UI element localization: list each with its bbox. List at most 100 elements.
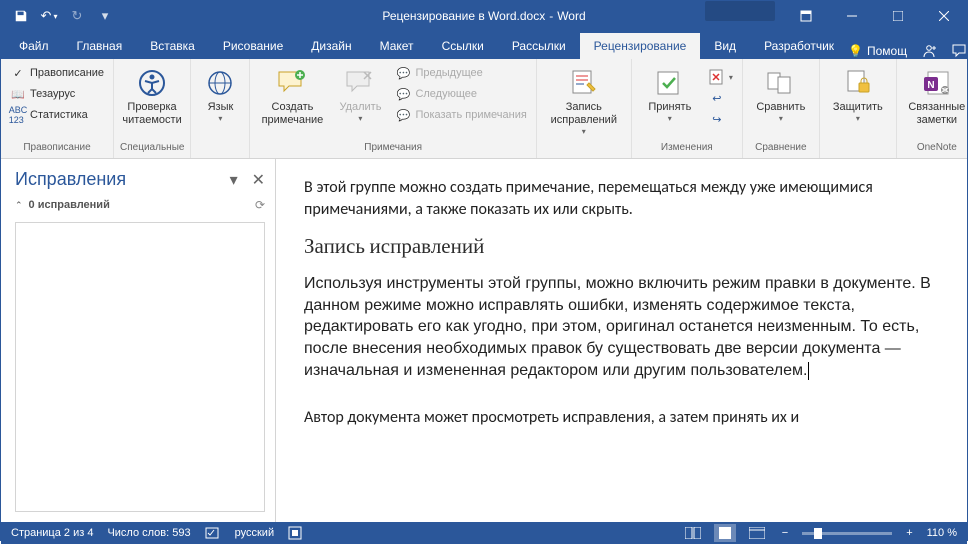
group-label-accessibility: Специальные	[120, 140, 184, 158]
comment-prev-icon: 💬	[395, 65, 411, 81]
heading[interactable]: Запись исправлений	[304, 234, 957, 259]
chevron-down-icon: ▾	[218, 114, 222, 124]
comment-add-icon	[276, 67, 308, 99]
language-button[interactable]: Язык ▾	[197, 63, 243, 128]
prev-change-button[interactable]: ↩	[706, 88, 736, 108]
main-area: Исправления ▾ ✕ ⌃ 0 исправлений ⟳ В этой…	[1, 159, 967, 522]
read-mode-button[interactable]	[682, 524, 704, 542]
comments-button[interactable]	[951, 43, 967, 59]
tab-insert[interactable]: Вставка	[136, 33, 209, 59]
accessibility-icon	[136, 67, 168, 99]
save-button[interactable]	[9, 4, 33, 28]
page-indicator[interactable]: Страница 2 из 4	[11, 527, 93, 539]
user-avatar[interactable]	[705, 1, 775, 21]
revisions-list	[15, 222, 265, 512]
lightbulb-icon: 💡	[848, 44, 863, 58]
tab-draw[interactable]: Рисование	[209, 33, 297, 59]
zoom-in-button[interactable]: +	[902, 527, 916, 539]
thesaurus-button[interactable]: 📖Тезаурус	[7, 84, 107, 104]
macro-status-icon[interactable]	[288, 526, 302, 540]
quick-access-toolbar: ↶▾ ↻ ▾	[1, 4, 117, 28]
readability-button[interactable]: Проверка читаемости	[120, 63, 184, 131]
tab-home[interactable]: Главная	[63, 33, 137, 59]
protect-button[interactable]: Защитить ▾	[826, 63, 890, 128]
group-label-proofing: Правописание	[7, 140, 107, 158]
redo-button[interactable]: ↻	[65, 4, 89, 28]
onenote-button[interactable]: N Связанные заметки	[903, 63, 967, 131]
tab-mailings[interactable]: Рассылки	[498, 33, 580, 59]
word-count[interactable]: Число слов: 593	[107, 527, 190, 539]
ribbon: ✓Правописание 📖Тезаурус ABC123Статистика…	[1, 59, 967, 159]
qat-customize[interactable]: ▾	[93, 4, 117, 28]
print-layout-button[interactable]	[714, 524, 736, 542]
next-change-button[interactable]: ↪	[706, 109, 736, 129]
arrow-left-icon: ↩	[709, 90, 725, 106]
revisions-count: 0 исправлений	[29, 199, 110, 211]
tab-view[interactable]: Вид	[700, 33, 750, 59]
chevron-down-icon: ▾	[856, 114, 860, 124]
tell-me[interactable]: 💡 Помощ	[848, 44, 907, 58]
chevron-down-icon: ▾	[358, 114, 362, 124]
zoom-slider-thumb[interactable]	[814, 528, 822, 539]
ribbon-options-button[interactable]	[783, 1, 829, 31]
tab-layout[interactable]: Макет	[366, 33, 428, 59]
ribbon-tabs: Файл Главная Вставка Рисование Дизайн Ма…	[1, 31, 967, 59]
delete-comment-button: Удалить ▾	[332, 63, 388, 128]
reject-button[interactable]: ▾	[706, 67, 736, 87]
tab-developer[interactable]: Разработчик	[750, 33, 848, 59]
app-name: Word	[557, 9, 585, 23]
pane-dropdown-icon[interactable]: ▾	[230, 170, 238, 190]
revisions-pane-title: Исправления	[15, 169, 126, 190]
statistics-button[interactable]: ABC123Статистика	[7, 105, 107, 125]
stats-icon: ABC123	[10, 107, 26, 123]
tab-file[interactable]: Файл	[5, 33, 63, 59]
reject-icon	[709, 69, 725, 85]
document-area[interactable]: В этой группе можно создать примечание, …	[276, 159, 967, 522]
title-bar: ↶▾ ↻ ▾ Рецензирование в Word.docx - Word	[1, 1, 967, 31]
doc-name: Рецензирование в Word.docx	[382, 9, 545, 23]
group-label-onenote: OneNote	[903, 140, 967, 158]
group-label-changes: Изменения	[638, 140, 736, 158]
refresh-icon[interactable]: ⟳	[255, 198, 265, 212]
minimize-button[interactable]	[829, 1, 875, 31]
arrow-right-icon: ↪	[709, 111, 725, 127]
paragraph[interactable]: Используя инструменты этой группы, можно…	[304, 273, 957, 381]
chevron-down-icon: ▾	[779, 114, 783, 124]
zoom-slider[interactable]	[802, 532, 892, 535]
checkmark-icon: ✓	[10, 65, 26, 81]
tab-design[interactable]: Дизайн	[297, 33, 365, 59]
language-indicator[interactable]: русский	[235, 527, 274, 539]
window-title: Рецензирование в Word.docx - Word	[382, 9, 585, 23]
accept-icon	[654, 67, 686, 99]
chevron-down-icon: ▾	[729, 73, 733, 82]
track-changes-button[interactable]: Запись исправлений ▾	[543, 63, 625, 141]
tab-references[interactable]: Ссылки	[428, 33, 498, 59]
collapse-icon[interactable]: ⌃	[15, 200, 23, 211]
new-comment-button[interactable]: Создать примечание	[256, 63, 328, 131]
web-layout-button[interactable]	[746, 524, 768, 542]
zoom-level[interactable]: 110 %	[927, 527, 957, 539]
close-button[interactable]	[921, 1, 967, 31]
paragraph[interactable]: Автор документа может просмотреть исправ…	[304, 407, 957, 429]
book-icon: 📖	[10, 86, 26, 102]
maximize-button[interactable]	[875, 1, 921, 31]
zoom-out-button[interactable]: −	[778, 527, 792, 539]
revisions-pane: Исправления ▾ ✕ ⌃ 0 исправлений ⟳	[1, 159, 276, 522]
accept-button[interactable]: Принять ▾	[638, 63, 702, 128]
chevron-down-icon: ▾	[668, 114, 672, 124]
chevron-down-icon: ▾	[582, 127, 586, 137]
undo-button[interactable]: ↶▾	[37, 4, 61, 28]
share-button[interactable]	[921, 43, 937, 59]
compare-icon	[765, 67, 797, 99]
paragraph[interactable]: В этой группе можно создать примечание, …	[304, 177, 957, 220]
group-label-comments: Примечания	[256, 140, 529, 158]
compare-button[interactable]: Сравнить ▾	[749, 63, 813, 128]
pane-close-button[interactable]: ✕	[252, 170, 265, 190]
globe-icon	[204, 67, 236, 99]
spellcheck-status-icon[interactable]	[205, 526, 221, 540]
tab-review[interactable]: Рецензирование	[580, 33, 701, 59]
spelling-button[interactable]: ✓Правописание	[7, 63, 107, 83]
group-label-compare: Сравнение	[749, 140, 813, 158]
next-comment-button: 💬Следующее	[392, 84, 529, 104]
comment-delete-icon	[344, 67, 376, 99]
